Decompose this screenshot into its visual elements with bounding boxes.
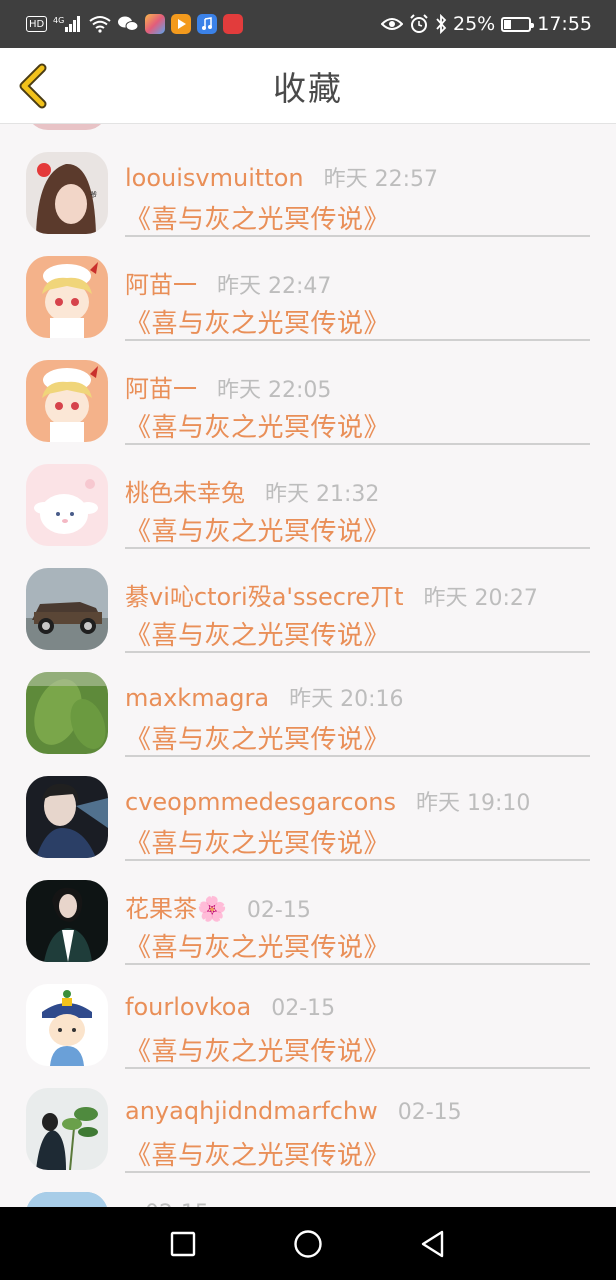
cellular-signal-icon: 4G	[53, 14, 83, 34]
music-app-icon	[197, 14, 218, 34]
status-left: HD 4G	[26, 14, 244, 34]
back-button[interactable]	[14, 62, 58, 110]
list-item[interactable]: 阿苗一 昨天 22:47 《喜与灰之光冥传说》	[0, 228, 616, 341]
username[interactable]: fourlovkoa	[125, 993, 251, 1021]
svg-text:4G: 4G	[53, 16, 64, 25]
avatar	[26, 1192, 108, 1207]
list-item[interactable]: 阿苗一 昨天 22:05 《喜与灰之光冥传说》	[0, 332, 616, 445]
timestamp: 昨天 20:27	[423, 586, 538, 611]
item-text: 阿苗一 昨天 22:05 《喜与灰之光冥传说》	[125, 332, 590, 445]
list-item[interactable]: 綦vi吣ctori殁a'ssecre丌t 昨天 20:27 《喜与灰之光冥传说》	[0, 540, 616, 653]
username[interactable]: 桃色未幸兔	[125, 473, 245, 508]
recents-button[interactable]	[163, 1224, 203, 1264]
item-text: loouisvmuitton 昨天 22:57 《喜与灰之光冥传说》	[125, 124, 590, 237]
status-bar: HD 4G 25% 17:55	[0, 0, 616, 48]
video-app-icon	[171, 14, 192, 34]
avatar	[26, 776, 108, 858]
avatar	[26, 984, 108, 1066]
timestamp: 昨天 20:16	[289, 687, 404, 712]
wifi-icon	[89, 14, 111, 34]
username[interactable]: 花果茶🌸	[125, 889, 227, 924]
list-item[interactable]: fourlovkoa 02-15 《喜与灰之光冥传说》	[0, 956, 616, 1069]
username[interactable]: 阿苗一	[125, 265, 197, 300]
timestamp: 02-15	[246, 898, 311, 923]
top-bar: 收藏	[0, 48, 616, 124]
username[interactable]: 阿苗一	[125, 369, 197, 404]
avatar: 爷	[26, 152, 108, 234]
huawei-app-icon	[223, 14, 244, 34]
avatar	[26, 568, 108, 650]
item-text: anyaqhjidndmarfchw 02-15 《喜与灰之光冥传说》	[125, 1060, 590, 1173]
wechat-icon	[117, 14, 139, 34]
hd-badge: HD	[26, 16, 48, 32]
username[interactable]: maxkmagra	[125, 684, 269, 712]
triangle-back-icon	[422, 1230, 444, 1257]
list-item[interactable]: 02-15	[0, 1164, 616, 1207]
list-item[interactable]: anyaqhjidndmarfchw 02-15 《喜与灰之光冥传说》	[0, 1060, 616, 1173]
app-store-icon	[145, 14, 166, 34]
favorites-list[interactable]: 爷 loouisvmuitton 昨天 22:57 《喜与灰之光冥传说》 阿苗一昨…	[0, 124, 616, 1207]
svg-text:爷: 爷	[90, 190, 97, 199]
timestamp: 昨天 19:10	[415, 791, 531, 816]
item-text: 02-15	[125, 1164, 590, 1207]
avatar	[26, 672, 108, 754]
eye-comfort-icon	[381, 14, 403, 34]
timestamp: 02-15	[271, 996, 336, 1021]
username[interactable]: loouisvmuitton	[125, 164, 304, 192]
item-text: maxkmagra 昨天 20:16 《喜与灰之光冥传说》	[125, 644, 590, 757]
timestamp: 昨天 22:57	[323, 167, 438, 192]
list-item[interactable]: cveopmmedesgarcons 昨天 19:10 《喜与灰之光冥传说》	[0, 748, 616, 861]
avatar	[26, 256, 108, 338]
item-text: 綦vi吣ctori殁a'ssecre丌t 昨天 20:27 《喜与灰之光冥传说》	[125, 540, 590, 653]
avatar	[26, 1088, 108, 1170]
status-right: 25% 17:55	[381, 13, 592, 35]
item-text: 阿苗一 昨天 22:47 《喜与灰之光冥传说》	[125, 228, 590, 341]
username[interactable]: anyaqhjidndmarfchw	[125, 1097, 378, 1125]
avatar	[26, 464, 108, 546]
timestamp: 02-15	[397, 1100, 462, 1125]
item-text: fourlovkoa 02-15 《喜与灰之光冥传说》	[125, 956, 590, 1069]
list-item[interactable]: maxkmagra 昨天 20:16 《喜与灰之光冥传说》	[0, 644, 616, 757]
battery-percent: 25%	[453, 13, 496, 35]
bluetooth-icon	[435, 14, 447, 34]
square-icon	[170, 1231, 195, 1256]
list-item[interactable]: 花果茶🌸 02-15 《喜与灰之光冥传说》	[0, 852, 616, 965]
username[interactable]: 綦vi吣ctori殁a'ssecre丌t	[125, 577, 403, 612]
alarm-icon	[409, 14, 429, 34]
chevron-left-icon	[19, 63, 47, 109]
home-button[interactable]	[288, 1224, 328, 1264]
list-item[interactable]: 桃色未幸兔 昨天 21:32 《喜与灰之光冥传说》	[0, 436, 616, 549]
page-title: 收藏	[273, 68, 343, 108]
clock-time: 17:55	[537, 13, 592, 35]
timestamp: 昨天 21:32	[265, 482, 380, 507]
username[interactable]: cveopmmedesgarcons	[125, 788, 396, 816]
timestamp: 昨天 22:05	[217, 378, 332, 403]
avatar	[26, 880, 108, 962]
battery-icon	[501, 16, 535, 32]
system-nav-bar	[0, 1207, 616, 1280]
list-item[interactable]: 爷 loouisvmuitton 昨天 22:57 《喜与灰之光冥传说》	[0, 124, 616, 237]
item-text: 花果茶🌸 02-15 《喜与灰之光冥传说》	[125, 852, 590, 965]
system-back-button[interactable]	[413, 1224, 453, 1264]
item-text: 桃色未幸兔 昨天 21:32 《喜与灰之光冥传说》	[125, 436, 590, 549]
item-text: cveopmmedesgarcons 昨天 19:10 《喜与灰之光冥传说》	[125, 748, 590, 861]
avatar	[26, 360, 108, 442]
timestamp: 昨天 22:47	[217, 274, 332, 299]
circle-icon	[294, 1229, 322, 1258]
